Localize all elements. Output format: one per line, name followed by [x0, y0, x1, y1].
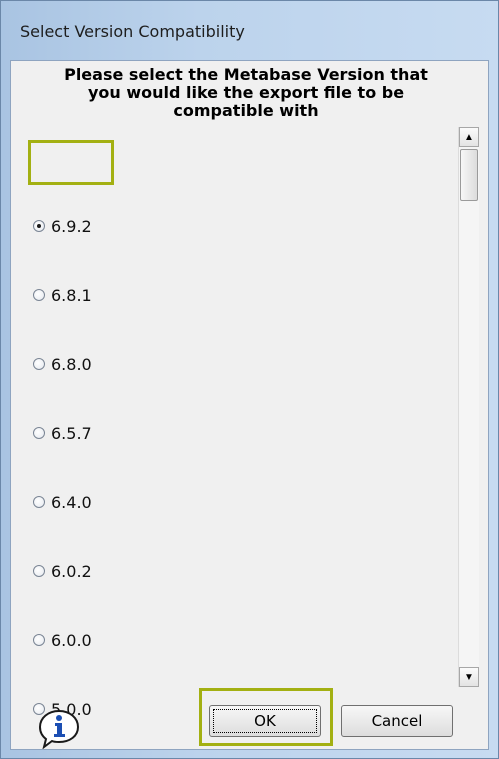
title-bar[interactable]: Select Version Compatibility	[1, 1, 498, 59]
version-label: 6.8.0	[51, 354, 92, 374]
version-option[interactable]: 6.8.0	[33, 352, 92, 376]
prompt-text: Please select the Metabase Version that …	[11, 66, 481, 120]
version-list: 6.9.2 6.8.1 6.8.0 6.5.7 6.4.0 6.0.2 6.0.…	[19, 127, 489, 719]
version-label: 6.0.0	[51, 630, 92, 650]
radio-button[interactable]	[33, 496, 45, 508]
scroll-down-arrow-icon[interactable]: ▼	[459, 667, 479, 687]
version-option[interactable]: 6.8.1	[33, 283, 92, 307]
version-label: 6.5.7	[51, 423, 92, 443]
prompt-line-3: compatible with	[173, 101, 319, 120]
cancel-button[interactable]: Cancel	[341, 705, 453, 737]
version-label: 6.9.2	[51, 216, 92, 236]
version-label: 6.4.0	[51, 492, 92, 512]
version-option[interactable]: 6.5.7	[33, 421, 92, 445]
dialog-window: Select Version Compatibility Please sele…	[0, 0, 499, 759]
radio-button[interactable]	[33, 427, 45, 439]
prompt-line-2: you would like the export file to be	[87, 83, 405, 102]
radio-button-selected[interactable]	[33, 220, 45, 232]
version-option[interactable]: 6.0.0	[33, 628, 92, 652]
version-option[interactable]: 6.9.2	[33, 214, 92, 238]
ok-button-highlight	[199, 688, 333, 746]
version-option[interactable]: 6.0.2	[33, 559, 92, 583]
scroll-up-arrow-icon[interactable]: ▲	[459, 127, 479, 147]
version-label: 6.8.1	[51, 285, 92, 305]
version-option[interactable]: 6.4.0	[33, 490, 92, 514]
prompt-line-1: Please select the Metabase Version that	[64, 65, 428, 84]
scroll-thumb[interactable]	[460, 149, 478, 201]
dialog-client-area: Please select the Metabase Version that …	[10, 60, 489, 750]
radio-button[interactable]	[33, 634, 45, 646]
selected-option-highlight	[28, 140, 114, 185]
info-icon	[38, 709, 80, 749]
window-title: Select Version Compatibility	[20, 22, 245, 41]
radio-button[interactable]	[33, 565, 45, 577]
radio-button[interactable]	[33, 289, 45, 301]
list-scrollbar[interactable]: ▲ ▼	[458, 127, 479, 687]
version-label: 6.0.2	[51, 561, 92, 581]
radio-button[interactable]	[33, 358, 45, 370]
